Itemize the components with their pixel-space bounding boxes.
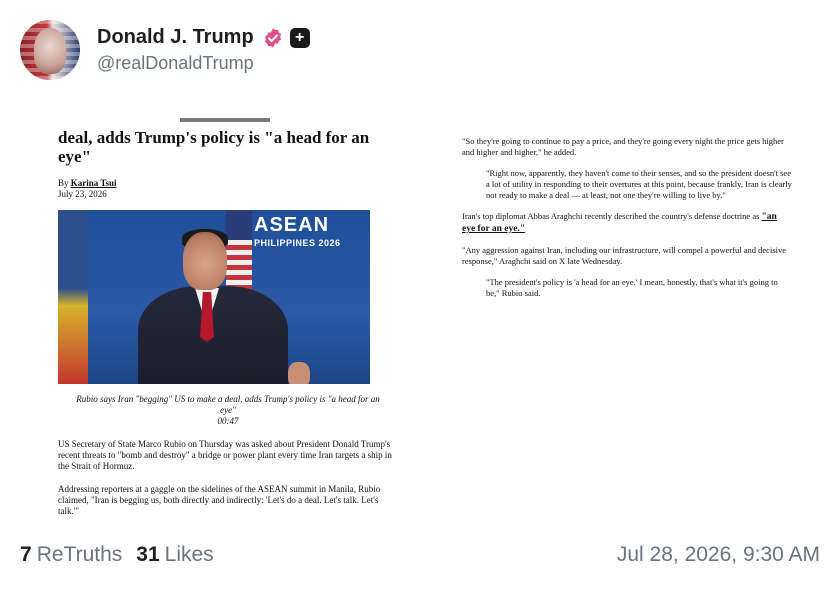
article-photo: ASEAN PHILIPPINES 2026: [58, 210, 370, 384]
article-right-column: "So they're going to continue to pay a p…: [462, 136, 792, 309]
video-duration: 00:47: [217, 416, 239, 426]
article-paragraph: "Any aggression against Iran, including …: [462, 245, 787, 266]
article-paragraph: "So they're going to continue to pay a p…: [462, 136, 784, 157]
article-quote: "Right now, apparently, they haven't com…: [486, 168, 792, 200]
retruths-label: ReTruths: [36, 543, 123, 566]
author-name[interactable]: Donald J. Trump: [97, 26, 254, 49]
avatar[interactable]: [20, 20, 80, 80]
likes-stat[interactable]: 31 Likes: [136, 543, 213, 567]
post-footer: 7 ReTruths 31 Likes Jul 28, 2026, 9:30 A…: [20, 543, 820, 567]
plus-badge-icon: +: [289, 27, 310, 48]
article-left-column: deal, adds Trump's policy is "a head for…: [58, 118, 398, 517]
article-date: July 23, 2026: [58, 189, 107, 199]
author-block: Donald J. Trump + @realDonaldTrump: [97, 26, 310, 74]
speaker-figure: [138, 229, 310, 384]
asean-flag: [58, 210, 88, 384]
retruths-stat[interactable]: 7 ReTruths: [20, 543, 122, 567]
verified-badge-icon: [264, 27, 281, 48]
article-byline: By Karina Tsui July 23, 2026: [58, 178, 117, 199]
likes-count: 31: [136, 543, 160, 566]
article-headline: deal, adds Trump's policy is "a head for…: [58, 128, 370, 166]
byline-author: Karina Tsui: [70, 178, 117, 188]
article-screenshot[interactable]: deal, adds Trump's policy is "a head for…: [40, 118, 820, 528]
article-quote: "The president's policy is 'a head for a…: [486, 277, 778, 298]
likes-label: Likes: [164, 543, 214, 566]
article-paragraph: Iran's top diplomat Abbas Araghchi recen…: [462, 211, 777, 234]
author-handle[interactable]: @realDonaldTrump: [97, 53, 310, 74]
photo-caption: Rubio says Iran "begging" US to make a d…: [76, 394, 380, 426]
post-header: Donald J. Trump + @realDonaldTrump: [20, 20, 310, 80]
article-paragraph: Addressing reporters at a gaggle on the …: [58, 484, 381, 516]
post-timestamp[interactable]: Jul 28, 2026, 9:30 AM: [617, 543, 820, 567]
retruths-count: 7: [20, 543, 32, 566]
article-paragraph: US Secretary of State Marco Rubio on Thu…: [58, 439, 392, 471]
